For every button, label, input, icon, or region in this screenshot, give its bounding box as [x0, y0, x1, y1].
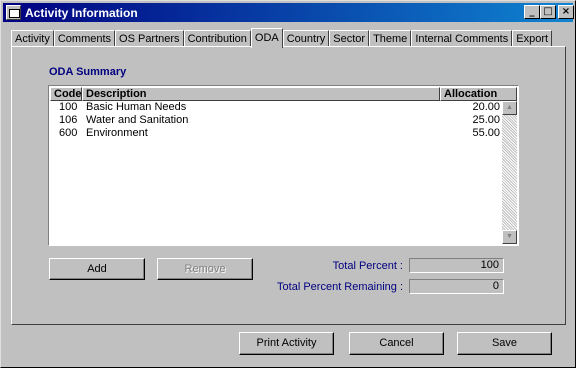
save-button[interactable]: Save	[457, 332, 552, 355]
app-window-icon[interactable]	[6, 5, 21, 20]
window-title: Activity Information	[25, 6, 138, 20]
row-description: Water and Sanitation	[86, 114, 189, 126]
print-activity-button[interactable]: Print Activity	[239, 332, 334, 355]
total-percent-field: 100	[409, 258, 504, 273]
tab-export[interactable]: Export	[512, 30, 553, 47]
tab-country[interactable]: Country	[282, 30, 330, 47]
scroll-down-arrow-icon[interactable]: ▼	[502, 230, 517, 244]
row-allocation: 25.00	[472, 114, 500, 126]
tab-internal-comments[interactable]: Internal Comments	[411, 30, 513, 47]
tab-comments[interactable]: Comments	[53, 30, 116, 47]
list-rows: 100 Basic Human Needs 20.00 106 Water an…	[50, 101, 502, 140]
remove-button[interactable]: Remove	[157, 258, 253, 280]
row-code: 100	[59, 101, 78, 113]
row-allocation: 55.00	[472, 127, 500, 139]
row-description: Basic Human Needs	[86, 101, 187, 113]
cancel-button[interactable]: Cancel	[349, 332, 444, 355]
tab-theme[interactable]: Theme	[369, 30, 412, 47]
row-code: 600	[59, 127, 78, 139]
row-description: Environment	[86, 127, 148, 139]
list-header: Code Description Allocation	[50, 87, 517, 101]
total-percent-label: Total Percent :	[332, 260, 403, 272]
tab-sector[interactable]: Sector	[329, 30, 370, 47]
title-bar[interactable]: Activity Information _ □ ×	[3, 3, 574, 22]
tab-os-partners[interactable]: OS Partners	[115, 30, 184, 47]
add-button[interactable]: Add	[49, 258, 145, 280]
list-row[interactable]: 100 Basic Human Needs 20.00	[50, 101, 502, 114]
tab-oda[interactable]: ODA	[250, 28, 283, 48]
total-percent-remaining-label: Total Percent Remaining :	[277, 281, 403, 293]
tab-activity[interactable]: Activity	[11, 30, 54, 47]
maximize-button[interactable]: □	[540, 5, 556, 19]
close-button[interactable]: ×	[558, 5, 574, 19]
column-header-allocation[interactable]: Allocation	[440, 87, 517, 101]
scroll-up-arrow-icon[interactable]: ▲	[502, 101, 517, 115]
column-header-code[interactable]: Code	[50, 87, 82, 101]
vertical-scrollbar[interactable]: ▲ ▼	[502, 101, 517, 244]
tab-strip: Activity Comments OS Partners Contributi…	[11, 28, 553, 48]
oda-list[interactable]: Code Description Allocation 100 Basic Hu…	[48, 85, 519, 246]
row-allocation: 20.00	[472, 101, 500, 113]
minimize-button[interactable]: _	[524, 5, 540, 19]
tab-contribution[interactable]: Contribution	[183, 30, 251, 47]
total-percent-remaining-field: 0	[409, 279, 504, 294]
row-code: 106	[59, 114, 78, 126]
activity-information-window: Activity Information _ □ × Activity Comm…	[0, 0, 576, 368]
column-header-description[interactable]: Description	[82, 87, 440, 101]
list-row[interactable]: 600 Environment 55.00	[50, 127, 502, 140]
list-row[interactable]: 106 Water and Sanitation 25.00	[50, 114, 502, 127]
section-title: ODA Summary	[49, 66, 127, 78]
